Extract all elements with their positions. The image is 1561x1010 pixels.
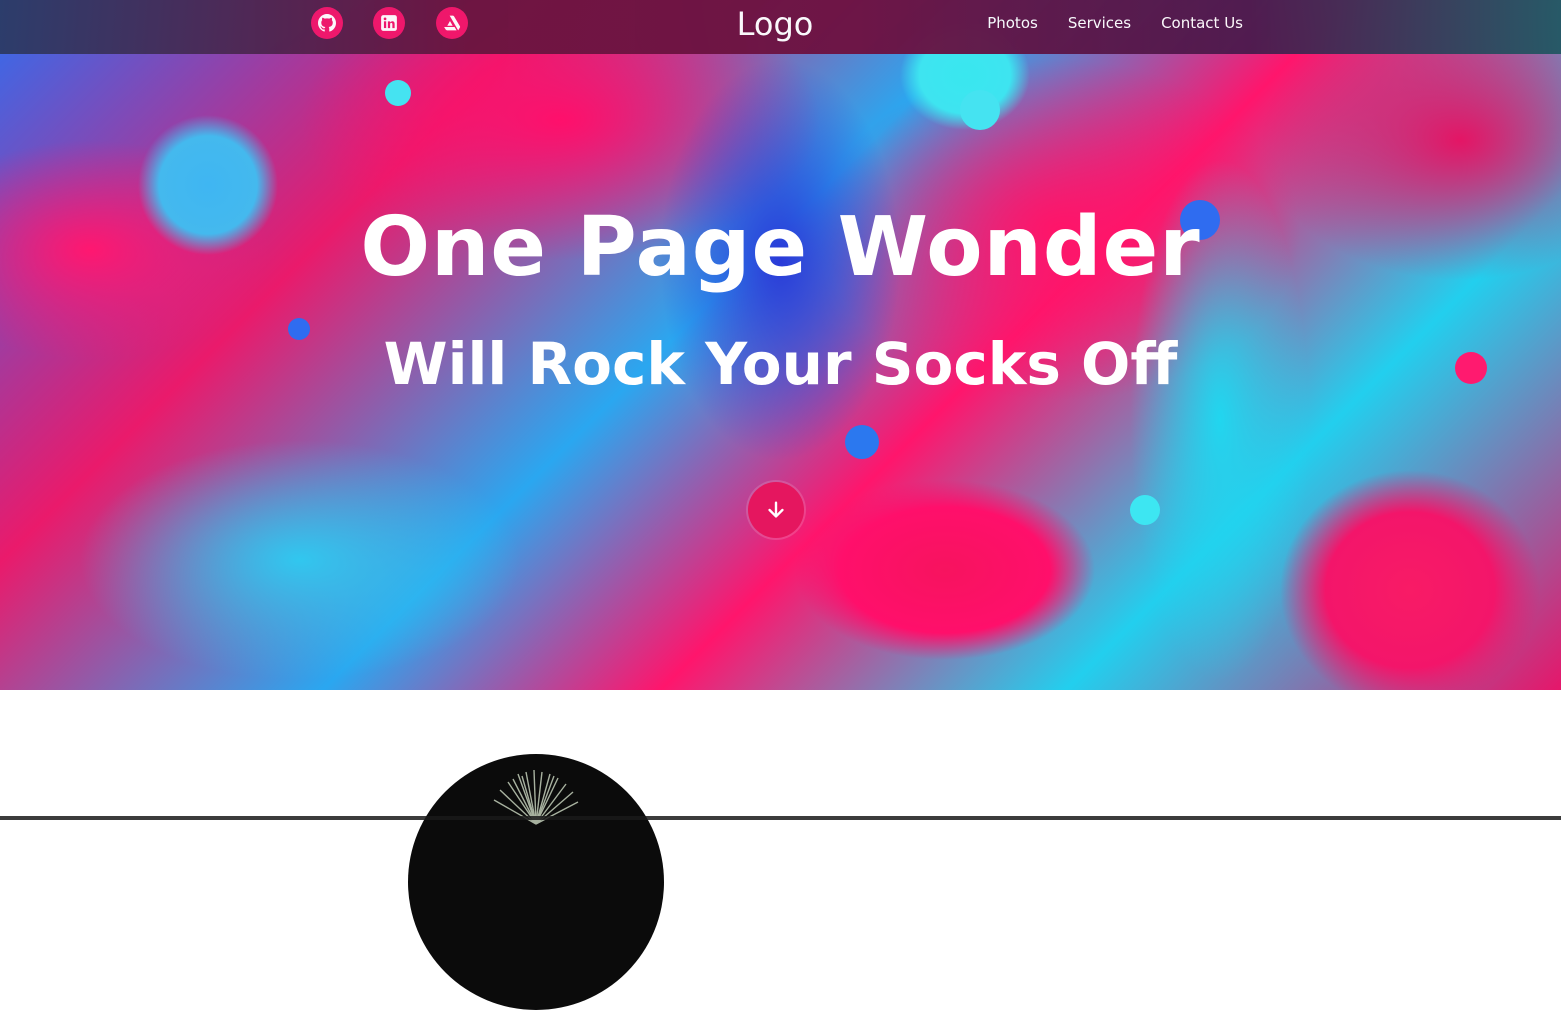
nav-links: Photos Services Contact Us <box>987 14 1243 32</box>
paint-drop <box>845 425 879 459</box>
paint-drop <box>960 90 1000 130</box>
hero-subtitle: Will Rock Your Socks Off <box>383 330 1178 398</box>
nav-link-photos[interactable]: Photos <box>987 14 1038 32</box>
paint-drop <box>385 80 411 106</box>
plant-image <box>493 769 579 825</box>
content-section <box>0 690 1561 820</box>
scroll-down-button[interactable] <box>748 482 804 538</box>
github-icon <box>318 14 336 32</box>
linkedin-icon <box>381 15 397 31</box>
nav-link-services[interactable]: Services <box>1068 14 1131 32</box>
top-navbar: Logo Photos Services Contact Us <box>0 0 1561 54</box>
github-link[interactable] <box>311 7 343 39</box>
artstation-link[interactable] <box>436 7 468 39</box>
artstation-icon <box>444 15 461 31</box>
arrow-down-icon <box>768 501 784 518</box>
site-logo[interactable]: Logo <box>700 4 850 44</box>
nav-link-contact-us[interactable]: Contact Us <box>1161 14 1243 32</box>
bottom-divider <box>0 816 1561 820</box>
featured-photo <box>408 754 664 1010</box>
hero-title: One Page Wonder <box>360 200 1201 295</box>
linkedin-link[interactable] <box>373 7 405 39</box>
paint-drop <box>1130 495 1160 525</box>
